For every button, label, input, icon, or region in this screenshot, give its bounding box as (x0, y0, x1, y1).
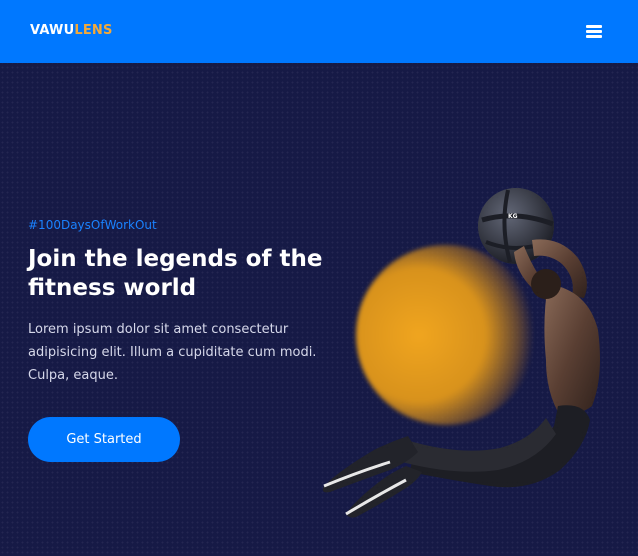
get-started-button[interactable]: Get Started (28, 417, 180, 462)
menu-bar-bottom (586, 35, 602, 38)
athlete-with-medicine-ball-image: KG (322, 188, 600, 518)
landing-page: VAWULENS #100DaysOfWorkOut Join the lege… (0, 0, 638, 556)
athlete-legs (402, 405, 590, 488)
athlete-shoes (322, 436, 422, 518)
brand-logo[interactable]: VAWULENS (30, 23, 113, 38)
hamburger-menu-icon[interactable] (584, 22, 606, 42)
svg-text:KG: KG (508, 213, 518, 220)
menu-bar-middle (586, 30, 602, 33)
top-navbar: VAWULENS (0, 0, 638, 63)
athlete-torso (531, 269, 600, 414)
menu-bar-top (586, 25, 602, 28)
logo-accent-text: LENS (74, 23, 113, 38)
hero-hashtag: #100DaysOfWorkOut (28, 218, 157, 232)
logo-primary-text: VAWU (30, 23, 75, 38)
hero-title: Join the legends of the fitness world (28, 246, 323, 301)
hero-description: Lorem ipsum dolor sit amet consectetur a… (28, 322, 317, 383)
